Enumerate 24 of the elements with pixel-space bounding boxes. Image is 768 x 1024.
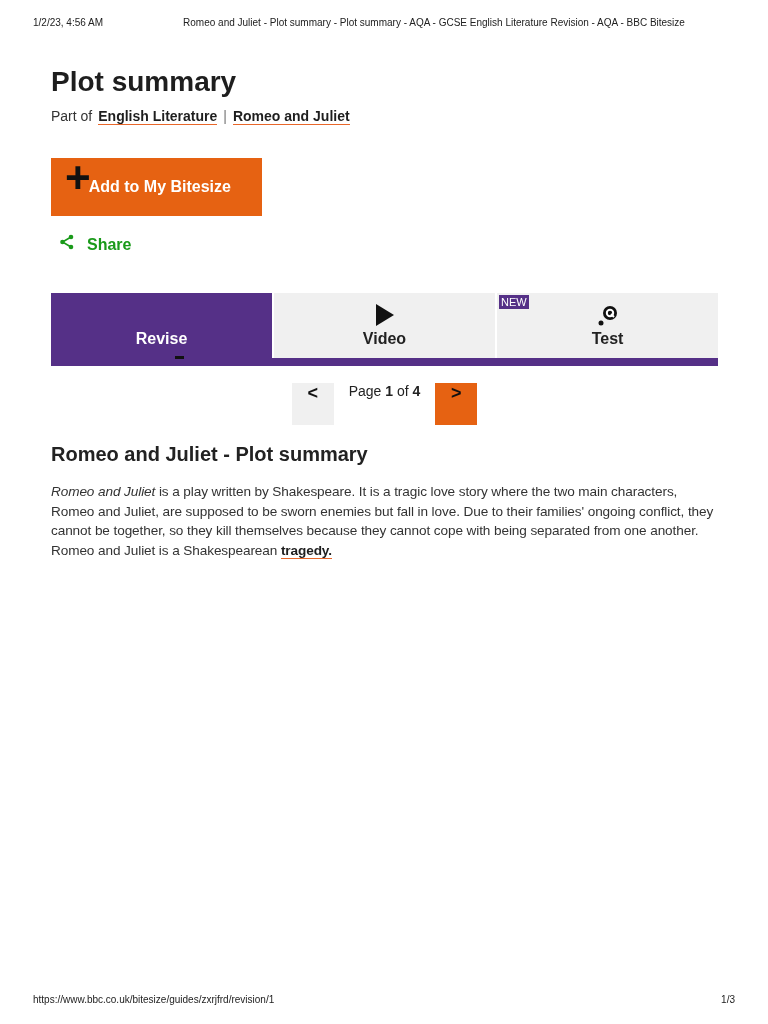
share-icon [59,234,75,250]
summary-paragraph: Romeo and Juliet is a play written by Shakespeare. It is a tragic love story where the two main characters, Romeo and Juliet, are supposed to be sworn enemies but fall in love. Due to their families' ongoing conflict, they cannot be together, so they kill themselves because they cannot cope with being separated from one another. Romeo and Juliet is a Shakespearean tragedy. [51,483,715,560]
add-to-my-bitesize-button[interactable]: +Add to My Bitesize [51,158,262,216]
print-title: Romeo and Juliet - Plot summary - Plot summary - AQA - GCSE English Literature Revision - AQA - BBC Bitesize [183,17,685,30]
page-url: https://www.bbc.co.uk/bitesize/guides/zxrjfrd/revision/1 [33,994,275,1005]
breadcrumb-link[interactable]: English Literature [98,108,218,125]
selected-indicator [174,356,184,359]
quiz-icon [596,304,619,326]
play-icon [375,304,394,326]
breadcrumb-prefix: Part of [51,108,93,124]
page-indicator: Page 1 of 4 [347,383,422,399]
next-page-button[interactable]: > [435,383,478,425]
page-number: 1/3 [721,994,735,1005]
share-link[interactable]: Share [59,236,132,254]
new-badge: NEW [499,295,529,309]
tab[interactable]: Video [274,293,495,358]
section-heading: Romeo and Juliet - Plot summary [51,442,369,466]
print-date: 1/2/23, 4:56 AM [33,17,104,30]
breadcrumb-separator: | [223,108,227,124]
page-title: Plot summary [51,65,238,99]
glossary-link[interactable]: tragedy. [280,542,332,559]
breadcrumb-link[interactable]: Romeo and Juliet [232,108,350,125]
previous-page-button[interactable]: < [291,383,334,425]
tab[interactable]: NEW Test [497,293,718,358]
